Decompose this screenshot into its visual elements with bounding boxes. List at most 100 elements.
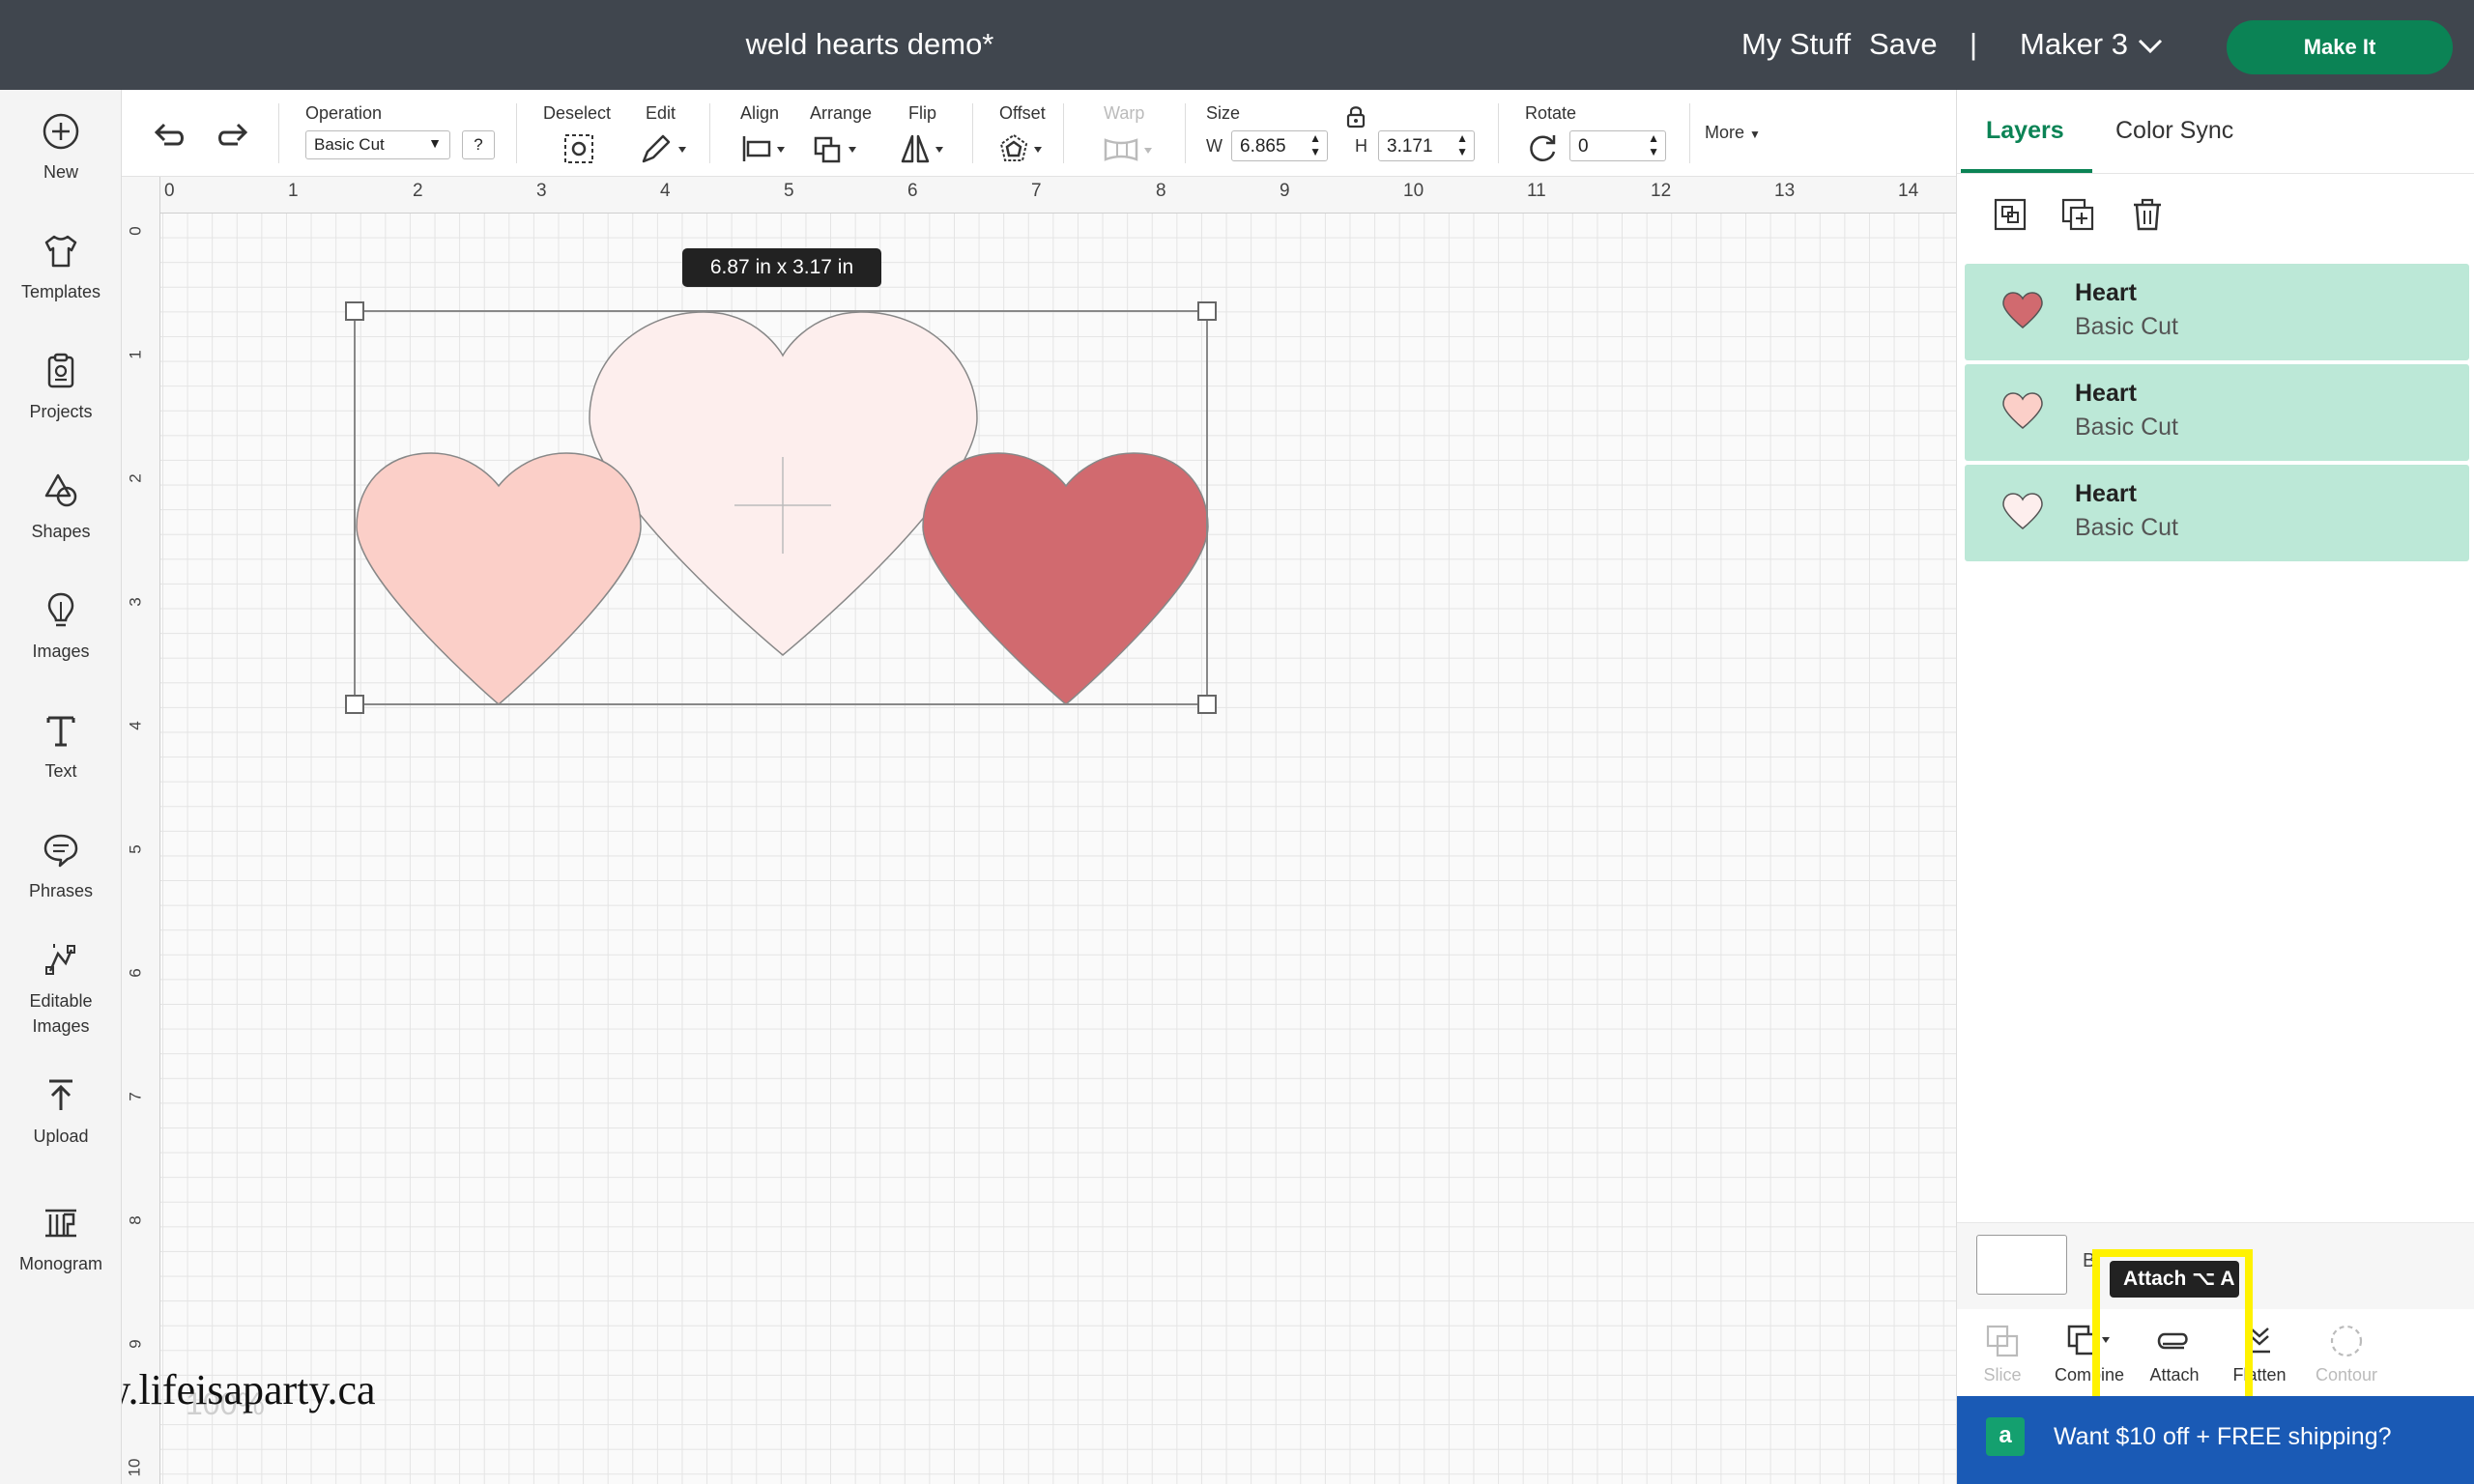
- tab-layers[interactable]: Layers: [1986, 117, 2064, 145]
- resize-handle-top-right[interactable]: [1197, 301, 1217, 321]
- offset-icon[interactable]: [997, 132, 1046, 165]
- editable-image-icon: [45, 944, 75, 975]
- group-icon[interactable]: [1992, 196, 2028, 233]
- toolbar-divider: [516, 103, 517, 163]
- shirt-icon: [44, 235, 77, 268]
- make-it-button[interactable]: Make It: [2227, 20, 2453, 74]
- layer-name: Heart: [2075, 380, 2137, 407]
- contour-icon: [2330, 1325, 2363, 1357]
- trash-icon[interactable]: [2129, 196, 2166, 233]
- my-stuff-link[interactable]: My Stuff: [1741, 27, 1851, 62]
- contour-button[interactable]: Contour: [2303, 1323, 2390, 1385]
- sidebar-label: New: [43, 162, 78, 182]
- resize-handle-bottom-left[interactable]: [345, 695, 364, 714]
- machine-selector[interactable]: Maker 3: [2020, 27, 2128, 62]
- sidebar-item-images[interactable]: Images: [0, 590, 122, 664]
- layer-operation: Basic Cut: [2075, 414, 2178, 441]
- sidebar-label: Monogram: [18, 1254, 103, 1273]
- redo-icon[interactable]: [215, 119, 251, 152]
- upload-icon: [49, 1079, 72, 1110]
- layer-name: Heart: [2075, 480, 2137, 507]
- sidebar-item-shapes[interactable]: Shapes: [0, 471, 122, 544]
- heart-right[interactable]: [922, 452, 1209, 705]
- toolbar-divider: [709, 103, 710, 163]
- resize-handle-bottom-right[interactable]: [1197, 695, 1217, 714]
- layer-row[interactable]: Heart Basic Cut: [1965, 364, 2469, 461]
- align-icon[interactable]: [740, 132, 789, 165]
- left-sidebar: New Templates Projects Shapes Images Tex…: [0, 90, 122, 1484]
- toolbar-divider: [278, 103, 279, 163]
- save-link[interactable]: Save: [1869, 27, 1938, 62]
- chevron-down-icon[interactable]: [2138, 39, 2163, 54]
- height-label: H: [1355, 136, 1367, 156]
- operation-label: Operation: [305, 103, 383, 123]
- rotate-input[interactable]: 0 ▲ ▼: [1569, 130, 1666, 161]
- width-input[interactable]: 6.865 ▲ ▼: [1231, 130, 1328, 161]
- clipboard-icon: [47, 353, 74, 388]
- attach-tooltip: Attach ⌥ A: [2110, 1261, 2239, 1298]
- sidebar-item-text[interactable]: Text: [0, 710, 122, 784]
- heart-thumbnail-icon: [2002, 292, 2043, 328]
- layer-name: Heart: [2075, 279, 2137, 306]
- undo-icon[interactable]: [151, 119, 187, 152]
- watermark-text: www.lifeisaparty.ca: [122, 1366, 376, 1413]
- promo-banner[interactable]: a Want $10 off + FREE shipping?: [1957, 1396, 2474, 1484]
- sidebar-item-monogram[interactable]: Monogram: [0, 1203, 122, 1276]
- sidebar-item-upload[interactable]: Upload: [0, 1075, 122, 1149]
- heart-left[interactable]: [356, 452, 642, 705]
- sidebar-item-projects[interactable]: Projects: [0, 351, 122, 424]
- flip-label: Flip: [908, 103, 937, 123]
- shapes-icon: [44, 473, 77, 507]
- resize-handle-top-left[interactable]: [345, 301, 364, 321]
- tab-color-sync[interactable]: Color Sync: [2115, 117, 2233, 145]
- top-header: weld hearts demo* My Stuff Save | Maker …: [0, 0, 2474, 90]
- blank-canvas-swatch[interactable]: [1976, 1235, 2067, 1295]
- warp-icon: [1104, 138, 1152, 161]
- layer-row[interactable]: Heart Basic Cut: [1965, 264, 2469, 360]
- arrange-label: Arrange: [810, 103, 873, 123]
- align-label: Align: [740, 103, 780, 123]
- width-label: W: [1206, 136, 1223, 156]
- contour-label: Contour: [2315, 1365, 2378, 1384]
- edit-label: Edit: [646, 103, 676, 123]
- sidebar-item-phrases[interactable]: Phrases: [0, 830, 122, 903]
- stepper-icon[interactable]: ▲ ▼: [1309, 131, 1321, 158]
- offset-label: Offset: [999, 103, 1046, 123]
- slice-label: Slice: [1983, 1365, 2022, 1384]
- duplicate-icon[interactable]: [2059, 196, 2096, 233]
- more-menu-button[interactable]: More ▼: [1705, 123, 1761, 143]
- operation-select[interactable]: Basic Cut ▼: [305, 130, 450, 159]
- toolbar-divider: [972, 103, 973, 163]
- edit-pencil-icon[interactable]: [640, 132, 688, 165]
- deselect-icon[interactable]: [562, 132, 595, 165]
- size-label: Size: [1206, 103, 1241, 123]
- flip-icon[interactable]: [899, 132, 947, 165]
- sidebar-label: Text: [44, 761, 77, 781]
- deselect-label: Deselect: [543, 103, 612, 123]
- document-title[interactable]: weld hearts demo*: [0, 27, 1740, 62]
- sidebar-item-templates[interactable]: Templates: [0, 231, 122, 304]
- rotate-value: 0: [1578, 136, 1589, 157]
- width-value: 6.865: [1240, 136, 1286, 157]
- slice-button[interactable]: Slice: [1959, 1323, 2046, 1385]
- layer-row[interactable]: Heart Basic Cut: [1965, 465, 2469, 561]
- header-separator: |: [1970, 27, 1978, 61]
- monogram-icon: [45, 1209, 76, 1238]
- sidebar-item-editable-images[interactable]: Editable Images: [0, 940, 122, 1039]
- design-canvas[interactable]: 0 1 2 3 4 5 6 7 8 9 10 11 12 13 14 0 1 2…: [122, 177, 1956, 1484]
- lock-icon[interactable]: [1345, 105, 1366, 128]
- height-input[interactable]: 3.171 ▲ ▼: [1378, 130, 1475, 161]
- rotate-icon[interactable]: [1525, 130, 1560, 165]
- warp-label: Warp: [1104, 103, 1145, 123]
- sidebar-label: Templates: [20, 282, 101, 301]
- sidebar-item-new[interactable]: New: [0, 111, 122, 185]
- stepper-icon[interactable]: ▲ ▼: [1456, 131, 1468, 158]
- plus-circle-icon: [43, 113, 79, 150]
- arrange-icon[interactable]: [812, 132, 860, 165]
- height-value: 3.171: [1387, 136, 1433, 157]
- panel-divider: [1957, 173, 2474, 174]
- operation-help-button[interactable]: ?: [462, 130, 495, 159]
- stepper-icon[interactable]: ▲ ▼: [1648, 131, 1659, 158]
- dropdown-arrow-icon: ▼: [1749, 128, 1761, 141]
- speech-bubble-icon: [43, 834, 78, 868]
